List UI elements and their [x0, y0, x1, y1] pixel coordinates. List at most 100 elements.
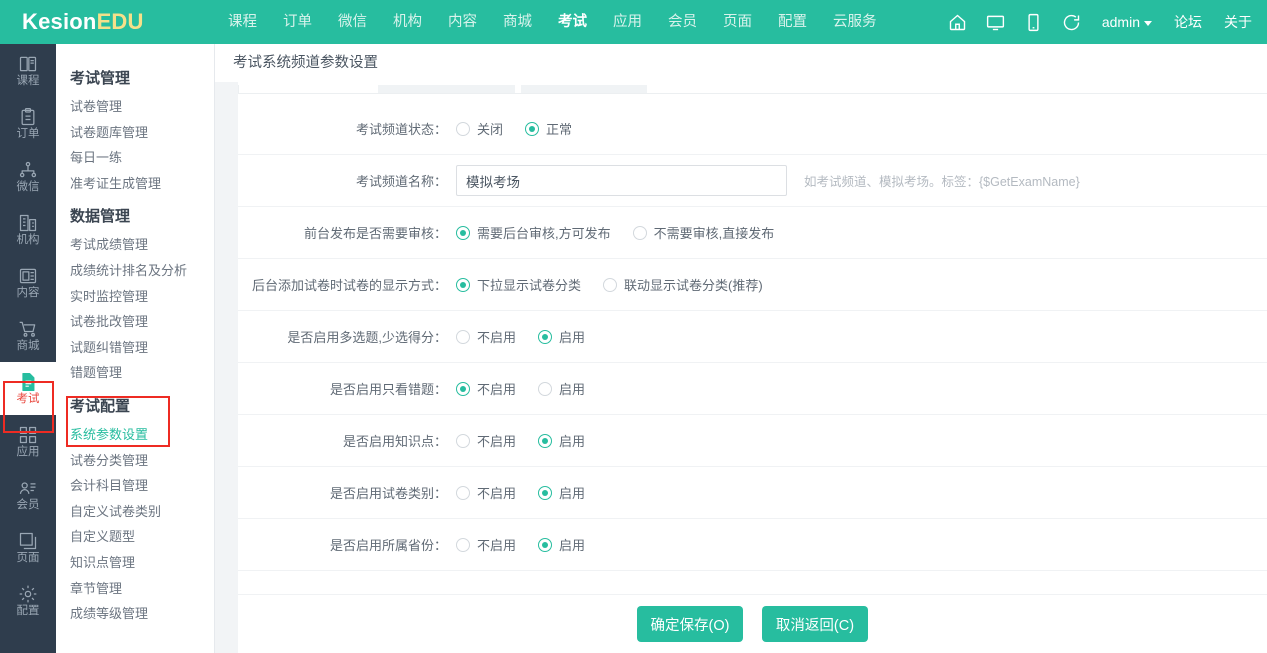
rail-item-10[interactable]: 配置 — [0, 574, 56, 627]
cart-icon — [18, 319, 38, 339]
tab-partial-2[interactable] — [521, 85, 647, 94]
save-button[interactable]: 确定保存(O) — [637, 606, 743, 642]
form-row-control: 不启用 启用 — [456, 327, 1267, 346]
radio-option-8-0[interactable]: 不启用 — [456, 535, 516, 554]
rail-item-8[interactable]: 会员 — [0, 468, 56, 521]
radio-option-0-1[interactable]: 正常 — [525, 119, 572, 138]
channel-name-input[interactable] — [456, 165, 787, 196]
radio-dot[interactable] — [538, 538, 552, 552]
rail-item-9[interactable]: 页面 — [0, 521, 56, 574]
radio-option-6-0[interactable]: 不启用 — [456, 431, 516, 450]
sidebar-item-2-5[interactable]: 知识点管理 — [56, 550, 214, 576]
rail-item-label: 页面 — [17, 553, 40, 565]
radio-dot[interactable] — [456, 434, 470, 448]
rail-item-6[interactable]: 考试 — [0, 362, 56, 415]
sidebar-item-0-1[interactable]: 试卷题库管理 — [56, 120, 214, 146]
user-menu[interactable]: admin — [1091, 0, 1163, 44]
rail-item-7[interactable]: 应用 — [0, 415, 56, 468]
refresh-icon[interactable] — [1053, 0, 1091, 44]
radio-dot[interactable] — [538, 434, 552, 448]
mobile-icon[interactable] — [1015, 0, 1053, 44]
radio-dot[interactable] — [603, 278, 617, 292]
topnav-item-9[interactable]: 页面 — [710, 0, 765, 44]
sidebar-item-2-7[interactable]: 成绩等级管理 — [56, 601, 214, 627]
radio-dot[interactable] — [456, 486, 470, 500]
topnav-item-3[interactable]: 机构 — [380, 0, 435, 44]
sidebar-item-0-0[interactable]: 试卷管理 — [56, 94, 214, 120]
rail-item-1[interactable]: 订单 — [0, 97, 56, 150]
radio-dot[interactable] — [538, 382, 552, 396]
sidebar-item-2-4[interactable]: 自定义题型 — [56, 524, 214, 550]
tab-partial-1[interactable] — [378, 85, 515, 94]
radio-option-7-0[interactable]: 不启用 — [456, 483, 516, 502]
radio-dot[interactable] — [456, 278, 470, 292]
sidebar-item-2-2[interactable]: 会计科目管理 — [56, 473, 214, 499]
radio-dot[interactable] — [456, 330, 470, 344]
sidebar-item-1-0[interactable]: 考试成绩管理 — [56, 232, 214, 258]
sidebar-item-1-5[interactable]: 错题管理 — [56, 360, 214, 386]
sidebar-item-1-4[interactable]: 试题纠错管理 — [56, 335, 214, 361]
radio-option-0-0[interactable]: 关闭 — [456, 119, 503, 138]
rail-item-label: 课程 — [17, 76, 40, 88]
tab-active-partial[interactable] — [238, 85, 376, 94]
sidebar-item-1-3[interactable]: 试卷批改管理 — [56, 309, 214, 335]
sidebar-item-2-0[interactable]: 系统参数设置 — [56, 422, 214, 448]
form-row-label: 是否启用只看错题： — [238, 379, 456, 398]
radio-dot[interactable] — [456, 226, 470, 240]
radio-option-8-1[interactable]: 启用 — [538, 535, 585, 554]
radio-option-4-1[interactable]: 启用 — [538, 327, 585, 346]
sidebar-item-2-1[interactable]: 试卷分类管理 — [56, 448, 214, 474]
radio-option-7-1[interactable]: 启用 — [538, 483, 585, 502]
rail-item-2[interactable]: 微信 — [0, 150, 56, 203]
topnav-item-2[interactable]: 微信 — [325, 0, 380, 44]
topnav-item-8[interactable]: 会员 — [655, 0, 710, 44]
chevron-down-icon — [1144, 21, 1152, 26]
topnav-item-5[interactable]: 商城 — [490, 0, 545, 44]
rail-item-4[interactable]: 内容 — [0, 256, 56, 309]
radio-option-3-0[interactable]: 下拉显示试卷分类 — [456, 275, 581, 294]
radio-option-3-1[interactable]: 联动显示试卷分类(推荐) — [603, 275, 763, 294]
topnav-item-11[interactable]: 云服务 — [820, 0, 890, 44]
radio-dot[interactable] — [538, 330, 552, 344]
radio-dot[interactable] — [538, 486, 552, 500]
radio-label: 正常 — [546, 119, 572, 138]
sidebar-item-2-6[interactable]: 章节管理 — [56, 576, 214, 602]
radio-option-2-0[interactable]: 需要后台审核,方可发布 — [456, 223, 611, 242]
radio-option-5-0[interactable]: 不启用 — [456, 379, 516, 398]
radio-dot[interactable] — [456, 382, 470, 396]
topnav-item-1[interactable]: 订单 — [270, 0, 325, 44]
sidebar-group-title-2: 考试配置 — [56, 386, 214, 422]
radio-dot[interactable] — [633, 226, 647, 240]
topnav-item-6[interactable]: 考试 — [545, 0, 600, 44]
cancel-button[interactable]: 取消返回(C) — [762, 606, 868, 642]
brand-logo[interactable]: KesionEDU — [0, 9, 215, 35]
radio-label: 联动显示试卷分类 — [624, 275, 728, 294]
radio-option-2-1[interactable]: 不需要审核,直接发布 — [633, 223, 775, 242]
form-footer: 确定保存(O) 取消返回(C) — [238, 594, 1267, 653]
radio-dot[interactable] — [456, 122, 470, 136]
sidebar-item-1-1[interactable]: 成绩统计排名及分析 — [56, 258, 214, 284]
gear-icon — [18, 584, 38, 604]
rail-item-0[interactable]: 课程 — [0, 44, 56, 97]
home-icon[interactable] — [939, 0, 977, 44]
form-row-4: 是否启用多选题,少选得分：不启用启用 — [238, 311, 1267, 363]
topnav-item-4[interactable]: 内容 — [435, 0, 490, 44]
sidebar-item-0-2[interactable]: 每日一练 — [56, 145, 214, 171]
rail-item-3[interactable]: 机构 — [0, 203, 56, 256]
radio-option-4-0[interactable]: 不启用 — [456, 327, 516, 346]
radio-option-6-1[interactable]: 启用 — [538, 431, 585, 450]
sidebar-item-1-2[interactable]: 实时监控管理 — [56, 284, 214, 310]
topnav-item-7[interactable]: 应用 — [600, 0, 655, 44]
radio-option-5-1[interactable]: 启用 — [538, 379, 585, 398]
radio-dot[interactable] — [525, 122, 539, 136]
sidebar-item-2-3[interactable]: 自定义试卷类别 — [56, 499, 214, 525]
radio-dot[interactable] — [456, 538, 470, 552]
forum-link[interactable]: 论坛 — [1163, 0, 1213, 44]
desktop-icon[interactable] — [977, 0, 1015, 44]
topnav-item-10[interactable]: 配置 — [765, 0, 820, 44]
sidebar-item-0-3[interactable]: 准考证生成管理 — [56, 171, 214, 197]
rail-item-5[interactable]: 商城 — [0, 309, 56, 362]
topnav-item-0[interactable]: 课程 — [215, 0, 270, 44]
about-link[interactable]: 关于 — [1213, 0, 1263, 44]
content-icon — [18, 266, 38, 286]
